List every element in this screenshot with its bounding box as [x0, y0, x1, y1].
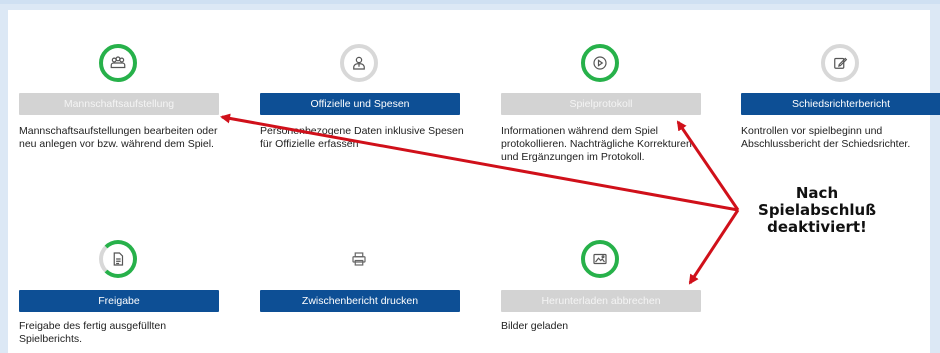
- top-bar: [0, 0, 940, 4]
- annotation-line-1: Nach: [795, 184, 839, 202]
- freigabe-button[interactable]: Freigabe: [19, 290, 219, 312]
- annotation-note: Nach Spielabschluß deaktiviert!: [752, 185, 882, 236]
- schiedsrichterbericht-button[interactable]: Schiedsrichterbericht: [741, 93, 940, 115]
- offizielle-spesen-button[interactable]: Offizielle und Spesen: [260, 93, 460, 115]
- mannschaftsaufstellung-description: Mannschaftsaufstellungen bearbeiten oder…: [19, 125, 218, 150]
- herunterladen-description: Bilder geladen: [501, 320, 569, 332]
- offizielle-spesen-description: Personenbezogene Daten inklusive Spesen …: [260, 125, 464, 150]
- annotation-line-2: Spielabschluß: [758, 201, 876, 219]
- play-icon: [581, 44, 619, 82]
- zwischenbericht-drucken-button[interactable]: Zwischenbericht drucken: [260, 290, 460, 312]
- official-person-icon: [340, 44, 378, 82]
- schiedsrichterbericht-description: Kontrollen vor spielbeginn und Abschluss…: [741, 125, 911, 150]
- freigabe-description: Freigabe des fertig ausgefüllten Spielbe…: [19, 320, 167, 345]
- spielprotokoll-description: Informationen während dem Spiel protokol…: [501, 125, 692, 163]
- edit-icon: [821, 44, 859, 82]
- spielprotokoll-button[interactable]: Spielprotokoll: [501, 93, 701, 115]
- mannschaftsaufstellung-button[interactable]: Mannschaftsaufstellung: [19, 93, 219, 115]
- document-icon: [99, 240, 137, 278]
- team-icon: [99, 44, 137, 82]
- printer-icon: [340, 240, 378, 278]
- annotation-line-3: deaktiviert!: [767, 218, 867, 236]
- herunterladen-abbrechen-button[interactable]: Herunterladen abbrechen: [501, 290, 701, 312]
- image-icon: [581, 240, 619, 278]
